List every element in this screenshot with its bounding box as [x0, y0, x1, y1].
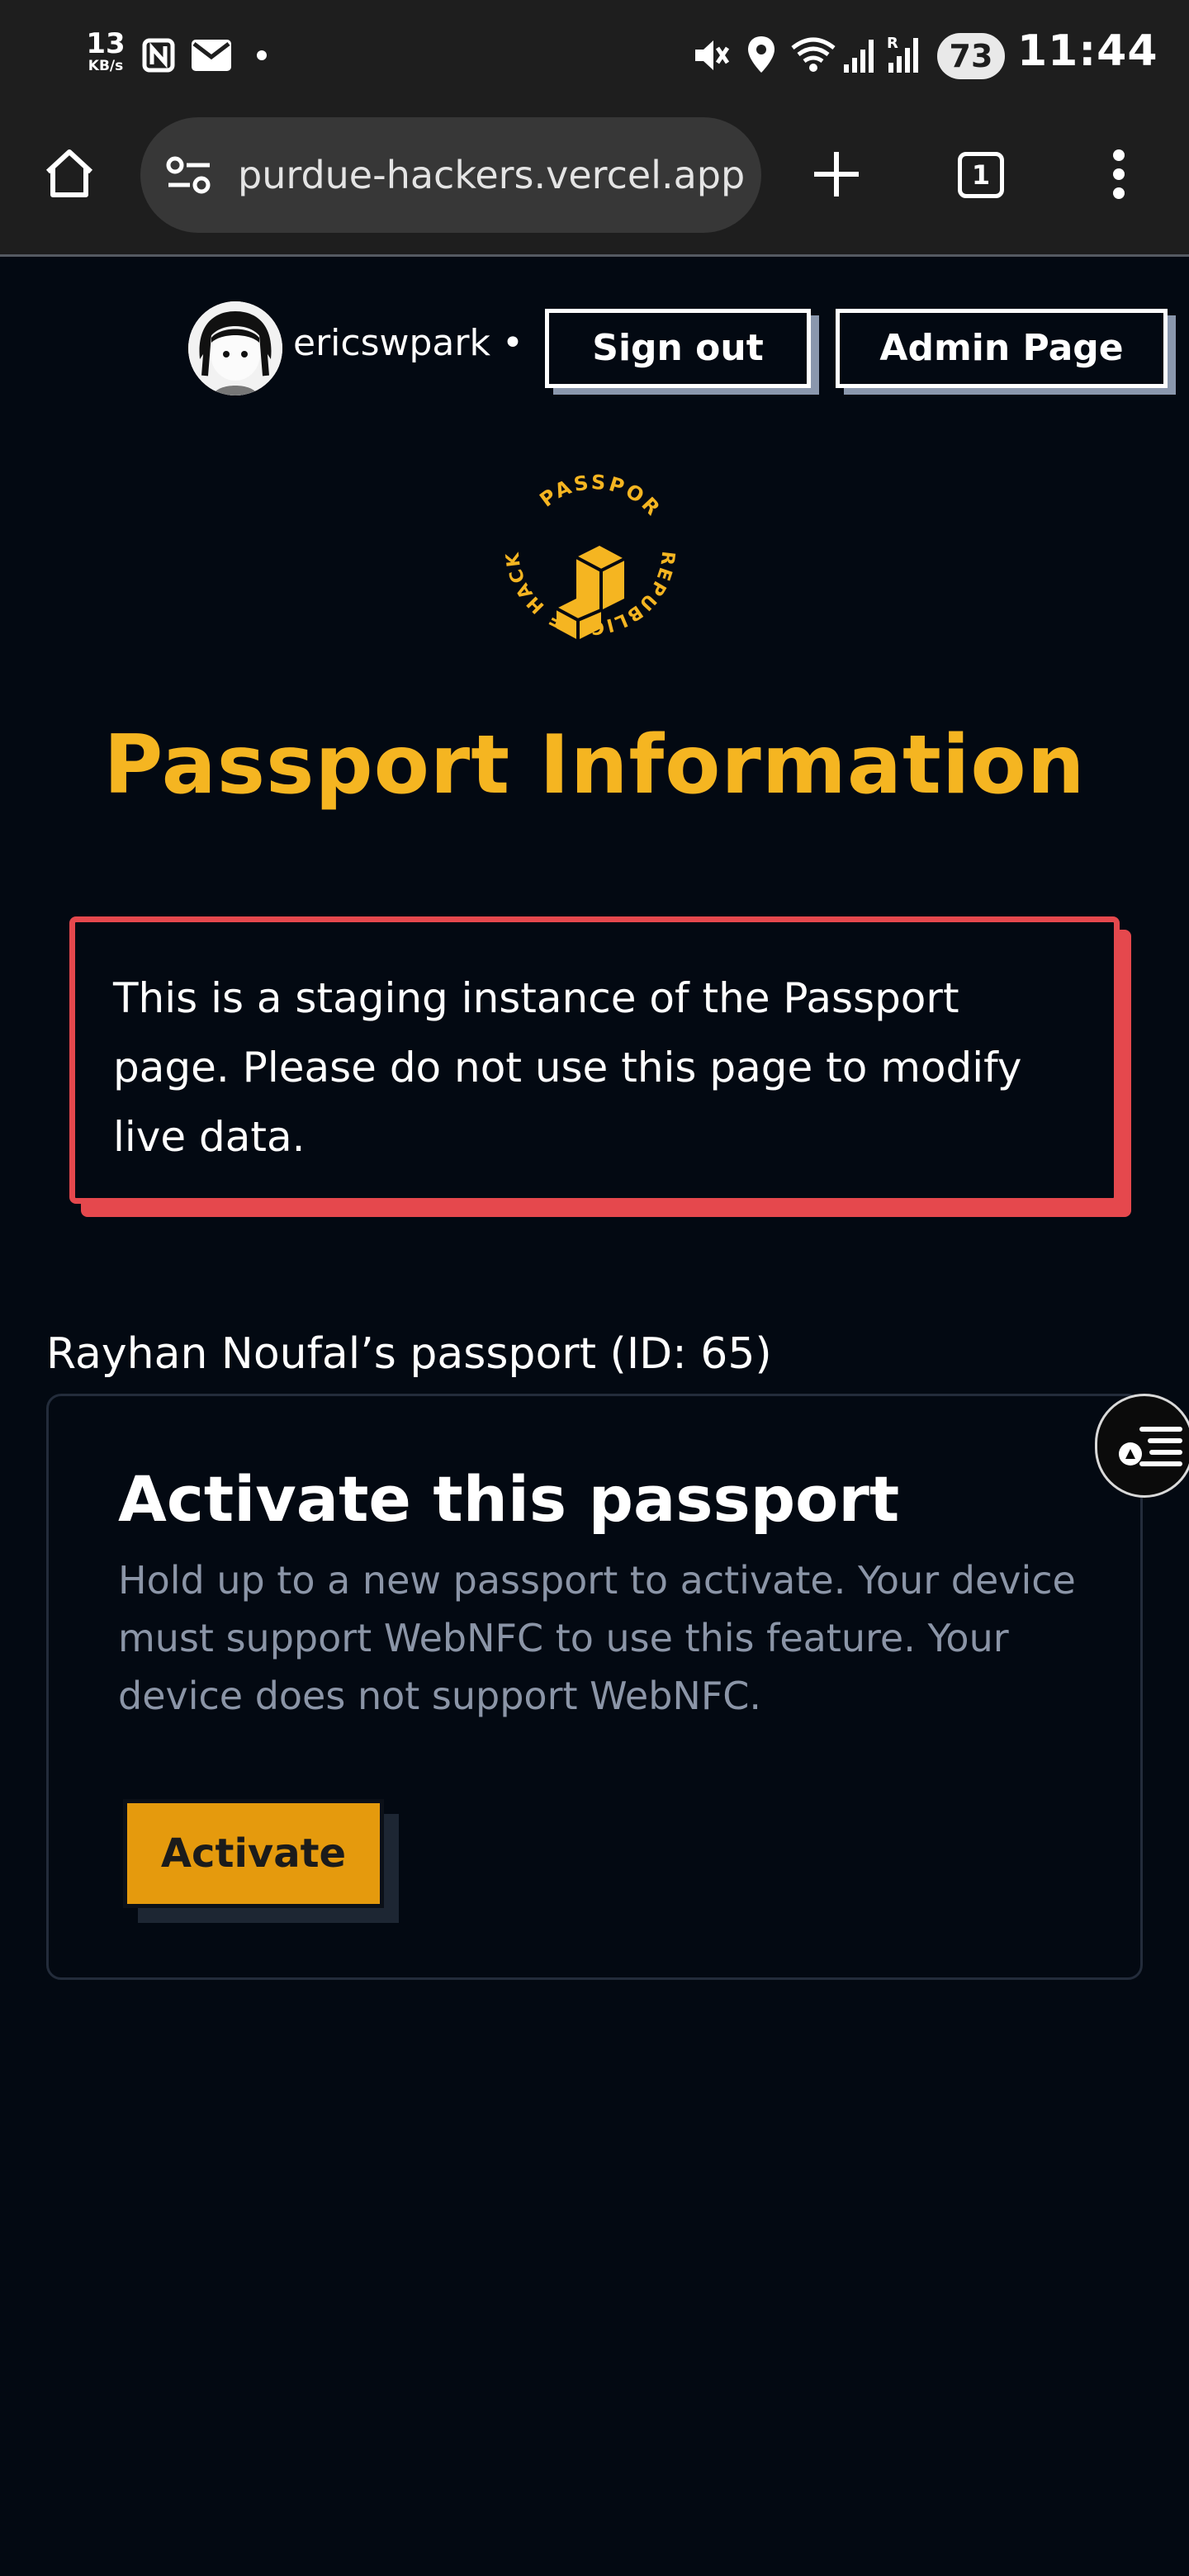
activate-button[interactable]: Activate [123, 1799, 384, 1908]
status-bar: 13 KB/s R 73 11:44 [0, 0, 1189, 111]
card-title: Activate this passport [118, 1462, 900, 1536]
username: ericswpark [293, 322, 490, 364]
location-icon [748, 36, 775, 73]
site-settings-icon[interactable] [165, 155, 213, 195]
activate-card: Activate this passport Hold up to a new … [46, 1394, 1143, 1980]
svg-text:PASSPORT: PASSPORT [471, 458, 666, 521]
signal-icon [844, 40, 874, 73]
separator-dot: • [501, 322, 523, 364]
warning-text: This is a staging instance of the Passpo… [113, 974, 1022, 1161]
signal-r-icon: R [887, 35, 918, 73]
floating-menu-button[interactable] [1095, 1394, 1189, 1498]
page-title: Passport Information [103, 718, 1086, 812]
logo-mark-icon [556, 546, 625, 640]
avatar[interactable] [188, 301, 282, 395]
network-speed-value: 13 [86, 27, 126, 60]
clock: 11:44 [1017, 26, 1158, 76]
address-bar[interactable]: purdue-hackers.vercel.app [140, 117, 761, 233]
overflow-menu-icon[interactable] [1106, 149, 1131, 200]
svg-text:R: R [887, 35, 898, 52]
sign-out-button[interactable]: Sign out [545, 309, 811, 388]
notification-dot [257, 50, 267, 60]
card-description: Hold up to a new passport to activate. Y… [118, 1558, 1076, 1718]
mute-icon [695, 40, 730, 70]
home-icon[interactable] [43, 147, 96, 200]
avatar-image [188, 301, 282, 395]
passport-owner-label: Rayhan Noufal’s passport (ID: 65) [46, 1329, 772, 1379]
new-tab-icon[interactable] [812, 150, 860, 198]
logo-top-text: PASSPORT [471, 458, 663, 521]
network-speed: 13 KB/s [83, 30, 129, 73]
network-speed-unit: KB/s [88, 58, 124, 74]
mail-icon [192, 40, 231, 71]
passport-logo: PASSPORT REPUBLIC OF HACKERLAND [471, 458, 676, 640]
browser-toolbar: purdue-hackers.vercel.app 1 [0, 111, 1189, 257]
tab-switcher-icon[interactable]: 1 [958, 152, 1004, 198]
url-text[interactable]: purdue-hackers.vercel.app [238, 117, 750, 233]
wifi-icon [791, 37, 836, 72]
battery-level: 73 [937, 33, 1005, 79]
admin-page-button[interactable]: Admin Page [836, 309, 1168, 388]
shapes-list-icon [1119, 1427, 1182, 1466]
nfc-icon [142, 38, 175, 73]
staging-warning: This is a staging instance of the Passpo… [69, 916, 1120, 1204]
username-text: ericswpark • [293, 322, 523, 364]
